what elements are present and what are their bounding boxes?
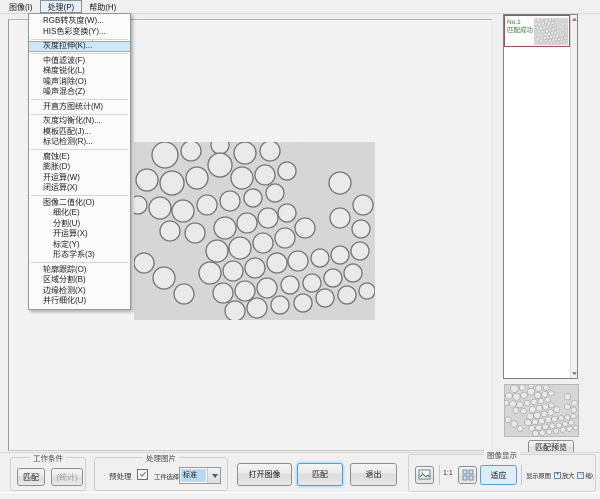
fit-view-button[interactable]: 适应: [480, 465, 517, 485]
preprocess-label: 预处理: [109, 471, 132, 482]
menu-item[interactable]: 图像二值化(O): [29, 198, 130, 209]
app-window: { "menubar": { "items": ["图像(I)", "处理(P)…: [0, 0, 600, 499]
menu-item[interactable]: 形态学系(3): [29, 250, 130, 261]
menu-bar: 图像(I) 处理(P) 帮助(H): [0, 0, 600, 14]
menu-item[interactable]: 模板匹配(J)...: [29, 127, 130, 138]
menu-help[interactable]: 帮助(H): [82, 0, 123, 13]
menu-item[interactable]: 开直方图统计(M): [29, 102, 130, 113]
display-option-label: 显示原图: [526, 470, 551, 480]
workpiece-combobox[interactable]: 标准: [179, 467, 221, 484]
work-condition-group: 工作条件 匹配 (统计): [10, 457, 86, 491]
menu-item[interactable]: 噪声混合(Z): [29, 87, 130, 98]
grid-icon: [462, 469, 474, 481]
open-image-button[interactable]: 打开图像: [237, 463, 292, 486]
display-options: 显示原图+放大−缩小·复位: [526, 470, 594, 480]
display-option[interactable]: 显示原图: [526, 470, 551, 480]
display-option-icon: +: [554, 472, 561, 479]
preprocess-checkbox[interactable]: [137, 469, 148, 480]
menu-process[interactable]: 处理(P): [40, 0, 83, 13]
menu-separator: [31, 195, 128, 196]
combobox-value: 标准: [181, 469, 206, 482]
process-image-group: 处理图片 预处理 工件选择 标准: [94, 457, 228, 491]
result-thumbnail: [534, 18, 568, 45]
result-item-label: No.1 匹配成功: [505, 16, 535, 46]
menu-item[interactable]: 并行细化(U): [29, 296, 130, 307]
display-option-label: 放大: [562, 470, 574, 480]
bottom-toolbar: 工作条件 匹配 (统计) 处理图片 预处理 工件选择 标准 打开图像 匹配 退出…: [0, 452, 600, 492]
menu-item[interactable]: 轮廓跟踪(O): [29, 265, 130, 276]
display-option[interactable]: −缩小: [577, 470, 594, 480]
exit-button[interactable]: 退出: [350, 463, 397, 486]
menu-separator: [31, 39, 128, 40]
grid-view-button[interactable]: [458, 466, 477, 484]
status-bar: [0, 492, 600, 499]
menu-item[interactable]: 闭运算(X): [29, 183, 130, 194]
menu-item[interactable]: 分割(U): [29, 219, 130, 230]
result-status: 匹配成功: [507, 27, 535, 35]
menu-item[interactable]: 边缘检测(X): [29, 286, 130, 297]
picture-icon: [418, 469, 431, 481]
display-option-icon: −: [577, 472, 584, 479]
display-option[interactable]: +放大: [554, 470, 574, 480]
menu-separator: [31, 53, 128, 54]
menu-item[interactable]: 腐蚀(E): [29, 152, 130, 163]
process-image-label: 处理图片: [143, 453, 179, 464]
menu-item[interactable]: 开运算(X): [29, 229, 130, 240]
menu-item[interactable]: 开运算(W): [29, 173, 130, 184]
check-icon: [140, 470, 146, 476]
menu-item[interactable]: HIS色彩变换(Y)...: [29, 27, 130, 38]
zoom-ratio-label: 1:1: [443, 470, 453, 477]
work-condition-label: 工作条件: [30, 453, 66, 464]
match-button[interactable]: 匹配: [297, 463, 343, 486]
image-display-group: 图像显示 1:1 适应 显示原图+放大−缩小·复位: [408, 454, 596, 492]
micrograph-image: [134, 142, 375, 320]
menu-item[interactable]: 标记检测(R)...: [29, 137, 130, 148]
menu-item[interactable]: 区域分割(B): [29, 275, 130, 286]
workpiece-select-label: 工件选择: [154, 471, 179, 481]
menu-item[interactable]: 中值滤波(F): [29, 56, 130, 67]
menu-item[interactable]: RGB转灰度(W)...: [29, 16, 130, 27]
toolbar-separator: [439, 465, 440, 485]
menu-separator: [31, 262, 128, 263]
menu-separator: [31, 114, 128, 115]
display-option-label: 缩小: [585, 470, 594, 480]
menu-item[interactable]: 细化(E): [29, 208, 130, 219]
toolbar-separator: [521, 465, 522, 485]
scroll-up-icon[interactable]: [572, 18, 577, 21]
menu-item[interactable]: 膨胀(D): [29, 162, 130, 173]
work-match-button[interactable]: 匹配: [17, 468, 45, 486]
menu-item[interactable]: 标定(Y): [29, 240, 130, 251]
image-display-label: 图像显示: [484, 450, 520, 461]
menu-separator: [31, 99, 128, 100]
result-list-item[interactable]: No.1 匹配成功: [504, 15, 570, 47]
menu-item[interactable]: 灰度拉伸(K)...: [29, 41, 130, 52]
results-scrollbar[interactable]: [570, 15, 577, 378]
menu-item[interactable]: 噪声消除(O): [29, 77, 130, 88]
full-image-preview-thumbnail[interactable]: [504, 384, 579, 437]
zoom-out-button[interactable]: [415, 466, 434, 484]
menu-separator: [31, 149, 128, 150]
scroll-down-icon[interactable]: [572, 372, 577, 375]
result-number: No.1: [507, 19, 535, 27]
process-dropdown-menu: RGB转灰度(W)...HIS色彩变换(Y)... 灰度拉伸(K)... 中值滤波(…: [28, 13, 131, 310]
match-results-list[interactable]: No.1 匹配成功: [503, 14, 578, 379]
work-stat-button[interactable]: (统计): [51, 468, 83, 486]
menu-item[interactable]: 梯度锐化(L): [29, 66, 130, 77]
combobox-arrow-icon[interactable]: [207, 468, 220, 483]
menu-item[interactable]: 灰度均衡化(N)...: [29, 116, 130, 127]
menu-image[interactable]: 图像(I): [2, 0, 40, 13]
